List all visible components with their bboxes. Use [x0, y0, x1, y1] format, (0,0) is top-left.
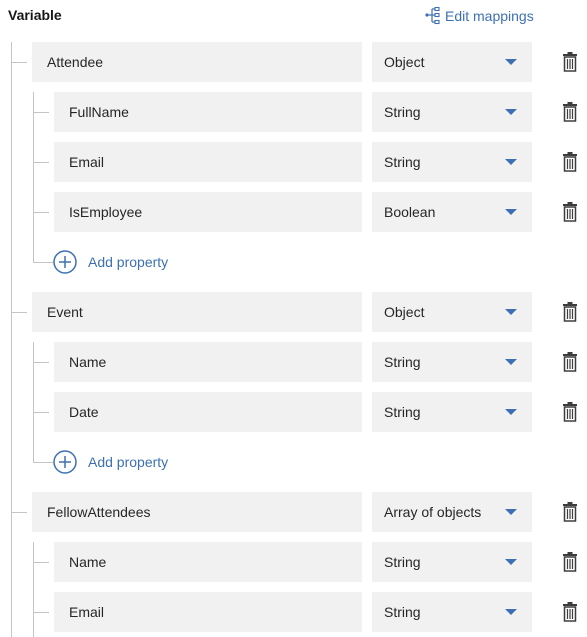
trash-icon[interactable] — [562, 202, 578, 222]
property-type-dropdown[interactable]: String — [372, 142, 532, 182]
tree-branch — [33, 212, 49, 213]
edit-mappings-link[interactable]: Edit mappings — [424, 6, 534, 26]
tree-branch — [11, 512, 27, 513]
tree-branch — [33, 412, 49, 413]
trash-icon[interactable] — [562, 402, 578, 422]
trash-icon[interactable] — [562, 502, 578, 522]
tree-branch — [11, 312, 27, 313]
trash-icon[interactable] — [562, 152, 578, 172]
type-dropdown-value: String — [384, 554, 421, 570]
tree-branch — [33, 462, 53, 463]
property-type-dropdown[interactable]: String — [372, 592, 532, 632]
variable-type-dropdown[interactable]: Array of objects — [372, 492, 532, 532]
property-name-text: Date — [69, 404, 99, 420]
type-dropdown-value: Boolean — [384, 204, 436, 220]
type-dropdown-value: Object — [384, 304, 425, 320]
property-name-text: Email — [69, 604, 105, 620]
property-type-dropdown[interactable]: String — [372, 342, 532, 382]
type-dropdown-value: String — [384, 604, 421, 620]
trash-icon[interactable] — [562, 52, 578, 72]
caret-down-icon — [505, 209, 517, 215]
tree-branch — [33, 612, 49, 613]
tree-branch — [33, 112, 49, 113]
property-name-field[interactable]: FullName — [54, 92, 362, 132]
mapping-tree-icon — [425, 7, 440, 25]
property-name-field[interactable]: Date — [54, 392, 362, 432]
property-name-text: Name — [69, 554, 107, 570]
tree-branch — [33, 262, 53, 263]
trash-icon[interactable] — [562, 602, 578, 622]
add-property-button[interactable]: Add property — [53, 250, 168, 274]
caret-down-icon — [505, 559, 517, 565]
property-name-field[interactable]: IsEmployee — [54, 192, 362, 232]
tree-line — [33, 542, 34, 637]
type-dropdown-value: String — [384, 104, 421, 120]
property-name-text: Name — [69, 354, 107, 370]
add-property-button[interactable]: Add property — [53, 450, 168, 474]
add-circle-icon — [53, 250, 77, 274]
caret-down-icon — [505, 59, 517, 65]
caret-down-icon — [505, 159, 517, 165]
caret-down-icon — [505, 309, 517, 315]
property-type-dropdown[interactable]: String — [372, 92, 532, 132]
header-title: Variable — [8, 7, 62, 23]
property-name-text: Email — [69, 154, 105, 170]
variable-name-field[interactable]: Attendee — [32, 42, 362, 82]
caret-down-icon — [505, 509, 517, 515]
tree-line — [11, 42, 12, 637]
type-dropdown-value: String — [384, 154, 421, 170]
caret-down-icon — [505, 609, 517, 615]
edit-mappings-label: Edit mappings — [445, 8, 534, 24]
caret-down-icon — [505, 359, 517, 365]
variable-type-dropdown[interactable]: Object — [372, 292, 532, 332]
property-name-text: IsEmployee — [69, 204, 143, 220]
property-type-dropdown[interactable]: Boolean — [372, 192, 532, 232]
trash-icon[interactable] — [562, 552, 578, 572]
property-type-dropdown[interactable]: String — [372, 542, 532, 582]
property-name-field[interactable]: Email — [54, 592, 362, 632]
property-type-dropdown[interactable]: String — [372, 392, 532, 432]
variable-name-field[interactable]: Event — [32, 292, 362, 332]
add-circle-icon — [53, 450, 77, 474]
caret-down-icon — [505, 409, 517, 415]
tree-branch — [33, 562, 49, 563]
type-dropdown-value: String — [384, 404, 421, 420]
type-dropdown-value: Array of objects — [384, 504, 482, 520]
property-name-field[interactable]: Name — [54, 542, 362, 582]
add-property-label: Add property — [88, 454, 169, 470]
trash-icon[interactable] — [562, 102, 578, 122]
add-property-label: Add property — [88, 254, 169, 270]
tree-line — [33, 92, 34, 262]
tree-branch — [33, 362, 49, 363]
type-dropdown-value: Object — [384, 54, 425, 70]
property-name-text: FullName — [69, 104, 129, 120]
trash-icon[interactable] — [562, 352, 578, 372]
property-name-field[interactable]: Email — [54, 142, 362, 182]
variable-name-text: Event — [47, 304, 83, 320]
variable-type-dropdown[interactable]: Object — [372, 42, 532, 82]
variable-name-text: Attendee — [47, 54, 104, 70]
variable-name-text: FellowAttendees — [47, 504, 151, 520]
tree-branch — [33, 162, 49, 163]
variable-name-field[interactable]: FellowAttendees — [32, 492, 362, 532]
caret-down-icon — [505, 109, 517, 115]
trash-icon[interactable] — [562, 302, 578, 322]
property-name-field[interactable]: Name — [54, 342, 362, 382]
tree-line — [33, 342, 34, 462]
tree-branch — [11, 62, 27, 63]
type-dropdown-value: String — [384, 354, 421, 370]
